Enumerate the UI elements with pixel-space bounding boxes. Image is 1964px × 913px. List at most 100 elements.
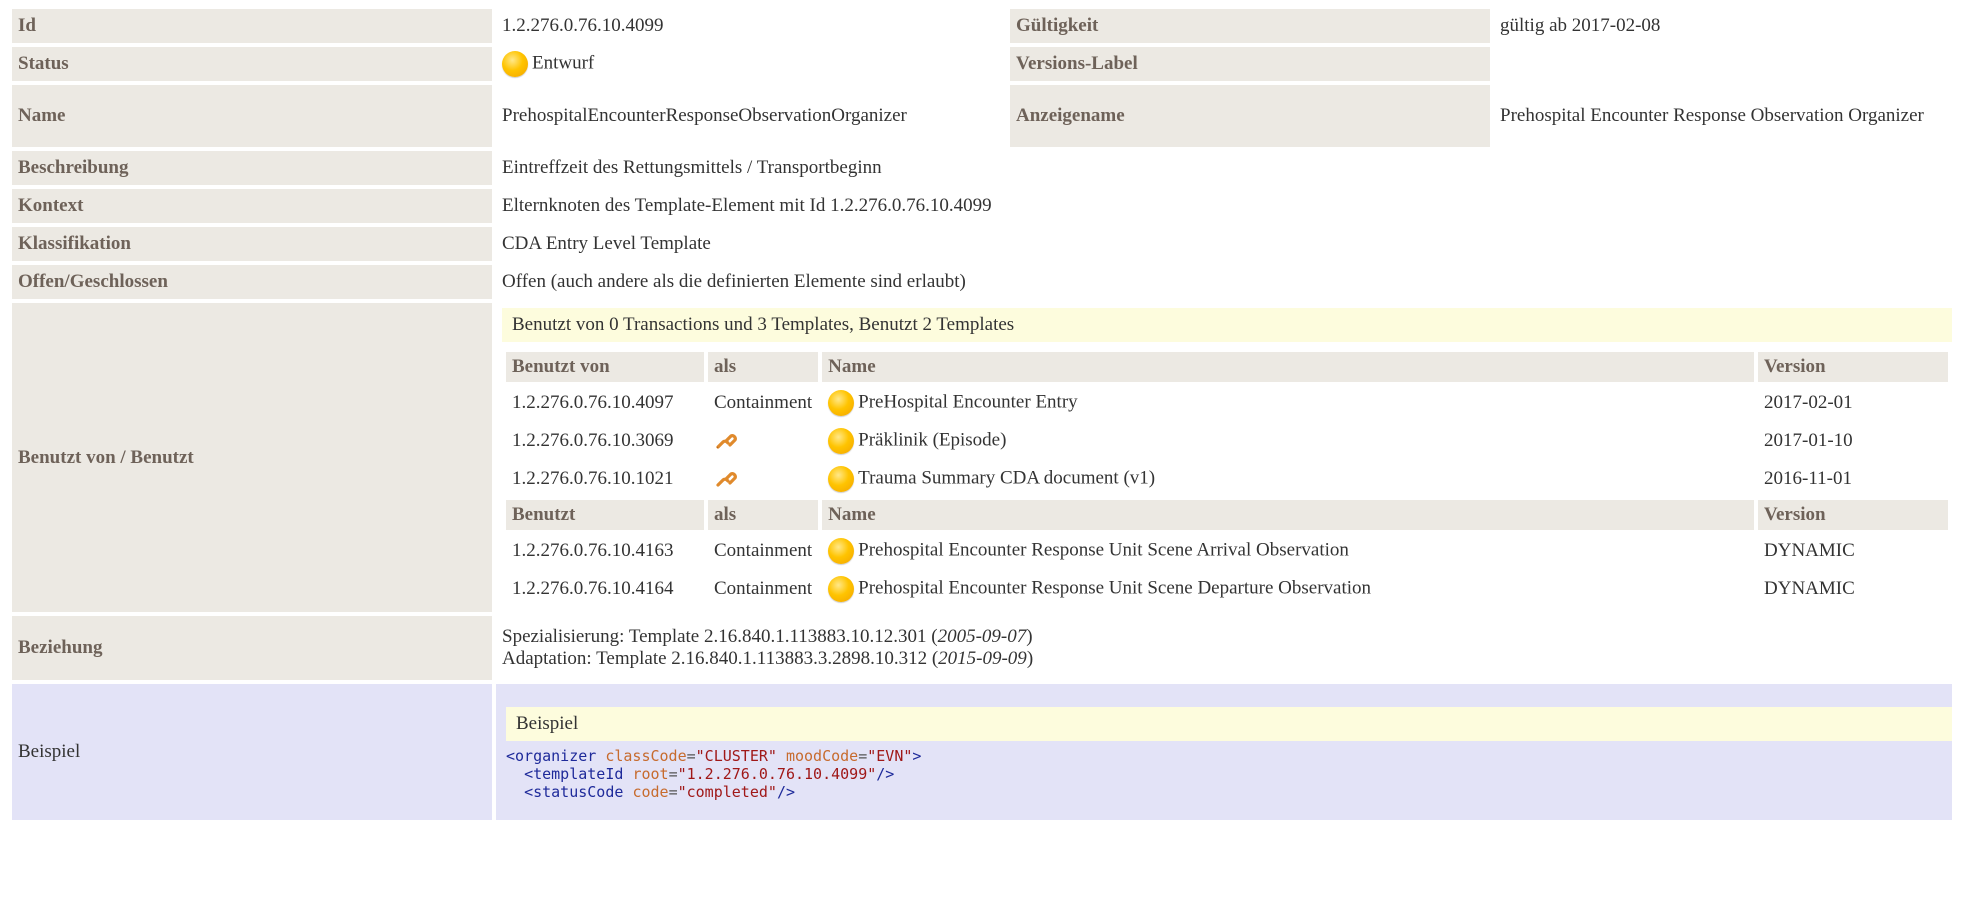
context-value: Elternknoten des Template-Element mit Id… <box>496 189 1952 223</box>
validity-value: gültig ab 2017-02-08 <box>1494 9 1952 43</box>
description-value: Eintreffzeit des Rettungsmittels / Trans… <box>496 151 1952 185</box>
uses-header-version: Version <box>1758 500 1948 530</box>
classification-value: CDA Entry Level Template <box>496 227 1952 261</box>
table-row[interactable]: 1.2.276.0.76.10.4164 Containment Prehosp… <box>506 572 1948 606</box>
used-by-value: Benutzt von 0 Transactions und 3 Templat… <box>496 303 1952 612</box>
code-attr: root <box>632 764 669 783</box>
uses-header-row: Benutzt als Name Version <box>506 500 1948 530</box>
used-by-header-as: als <box>708 352 819 382</box>
adaptation-text[interactable]: Adaptation: Template 2.16.840.1.113883.3… <box>502 648 938 669</box>
name-value: PrehospitalEncounterResponseObservationO… <box>496 85 1006 147</box>
id-label: Id <box>12 9 492 43</box>
uses-header-id: Benutzt <box>506 500 704 530</box>
specialization-text[interactable]: Spezialisierung: Template 2.16.840.1.113… <box>502 626 938 647</box>
uses-header-name: Name <box>822 500 1754 530</box>
status-draft-icon <box>828 576 855 602</box>
code-tag-end: > <box>912 746 922 765</box>
version-label-label: Versions-Label <box>1010 47 1490 81</box>
code-value: "EVN" <box>867 746 913 765</box>
row-example: Beispiel Beispiel <organizer classCode="… <box>12 684 1952 820</box>
used-by-name[interactable]: PreHospital Encounter Entry <box>858 391 1078 412</box>
link-chain-icon <box>716 434 737 449</box>
uses-id[interactable]: 1.2.276.0.76.10.4164 <box>506 572 704 606</box>
relationship-adaptation: Adaptation: Template 2.16.840.1.113883.3… <box>502 648 1946 670</box>
uses-name[interactable]: Prehospital Encounter Response Unit Scen… <box>858 577 1371 598</box>
example-label: Beispiel <box>12 684 492 820</box>
version-label-value <box>1494 47 1952 81</box>
status-draft-icon <box>828 466 855 492</box>
used-by-name-cell[interactable]: PreHospital Encounter Entry <box>822 386 1754 420</box>
used-by-header-id: Benutzt von <box>506 352 704 382</box>
uses-version: DYNAMIC <box>1764 578 1855 599</box>
used-by-header-name: Name <box>822 352 1754 382</box>
table-row[interactable]: 1.2.276.0.76.10.1021 Trauma Summary CDA … <box>506 462 1948 496</box>
validity-label: Gültigkeit <box>1010 9 1490 43</box>
table-row[interactable]: 1.2.276.0.76.10.4097 Containment PreHosp… <box>506 386 1948 420</box>
example-title: Beispiel <box>506 706 1952 741</box>
uses-as: Containment <box>714 578 813 599</box>
used-by-as: Containment <box>714 392 813 413</box>
id-value: 1.2.276.0.76.10.4099 <box>496 9 1006 43</box>
usage-table: Benutzt von als Name Version 1.2.276.0.7… <box>502 348 1952 610</box>
used-by-version: 2017-01-10 <box>1764 430 1853 451</box>
open-closed-value: Offen (auch andere als die definierten E… <box>496 265 1952 299</box>
uses-header-as: als <box>708 500 819 530</box>
open-closed-label: Offen/Geschlossen <box>12 265 492 299</box>
used-by-id[interactable]: 1.2.276.0.76.10.1021 <box>506 462 704 496</box>
specialization-date: 2005-09-07 <box>937 626 1027 647</box>
relationship-specialization: Spezialisierung: Template 2.16.840.1.113… <box>502 626 1946 648</box>
table-row[interactable]: 1.2.276.0.76.10.3069 Präklinik (Episode)… <box>506 424 1948 458</box>
used-by-name[interactable]: Präklinik (Episode) <box>858 429 1006 450</box>
adaptation-date: 2015-09-09 <box>938 648 1027 669</box>
example-value: Beispiel <organizer classCode="CLUSTER" … <box>496 684 1952 820</box>
template-detail-page: Id 1.2.276.0.76.10.4099 Gültigkeit gülti… <box>0 0 1964 913</box>
uses-as: Containment <box>714 540 813 561</box>
relationship-label: Beziehung <box>12 616 492 680</box>
status-draft-icon <box>828 428 855 454</box>
close-paren: ) <box>1026 626 1033 647</box>
code-value: "1.2.276.0.76.10.4099" <box>677 764 877 783</box>
used-by-name-cell[interactable]: Präklinik (Episode) <box>822 424 1754 458</box>
uses-name-cell[interactable]: Prehospital Encounter Response Unit Scen… <box>822 534 1754 568</box>
used-by-name-cell[interactable]: Trauma Summary CDA document (v1) <box>822 462 1754 496</box>
code-tag-end: /> <box>776 782 795 801</box>
status-label: Status <box>12 47 492 81</box>
used-by-version: 2016-11-01 <box>1764 468 1852 489</box>
status-draft-icon <box>828 390 855 416</box>
row-name: Name PrehospitalEncounterResponseObserva… <box>12 85 1952 147</box>
code-attr: moodCode <box>785 746 859 765</box>
uses-id[interactable]: 1.2.276.0.76.10.4163 <box>506 534 704 568</box>
uses-name-cell[interactable]: Prehospital Encounter Response Unit Scen… <box>822 572 1754 606</box>
row-status: Status Entwurf Versions-Label <box>12 47 1952 81</box>
status-value: Entwurf <box>496 47 1006 81</box>
status-draft-icon <box>502 51 528 77</box>
code-value: "completed" <box>677 782 777 801</box>
used-by-id[interactable]: 1.2.276.0.76.10.3069 <box>506 424 704 458</box>
row-context: Kontext Elternknoten des Template-Elemen… <box>12 189 1952 223</box>
table-row[interactable]: 1.2.276.0.76.10.4163 Containment Prehosp… <box>506 534 1948 568</box>
example-code: <organizer classCode="CLUSTER" moodCode=… <box>506 746 922 801</box>
row-id: Id 1.2.276.0.76.10.4099 Gültigkeit gülti… <box>12 9 1952 43</box>
row-classification: Klassifikation CDA Entry Level Template <box>12 227 1952 261</box>
relationship-value: Spezialisierung: Template 2.16.840.1.113… <box>496 616 1952 680</box>
template-detail-table: Id 1.2.276.0.76.10.4099 Gültigkeit gülti… <box>8 5 1956 824</box>
code-tag: <organizer <box>506 746 597 765</box>
description-label: Beschreibung <box>12 151 492 185</box>
close-paren: ) <box>1026 648 1034 669</box>
uses-version: DYNAMIC <box>1764 540 1855 561</box>
used-by-name[interactable]: Trauma Summary CDA document (v1) <box>858 467 1155 488</box>
link-chain-icon <box>716 472 737 487</box>
status-draft-icon <box>828 538 855 564</box>
row-open-closed: Offen/Geschlossen Offen (auch andere als… <box>12 265 1952 299</box>
used-by-label: Benutzt von / Benutzt <box>12 303 492 612</box>
code-tag: <templateId <box>524 764 624 783</box>
context-label: Kontext <box>12 189 492 223</box>
row-used-by: Benutzt von / Benutzt Benutzt von 0 Tran… <box>12 303 1952 612</box>
used-by-version: 2017-02-01 <box>1764 392 1853 413</box>
uses-name[interactable]: Prehospital Encounter Response Unit Scen… <box>858 539 1349 560</box>
display-name-value: Prehospital Encounter Response Observati… <box>1494 85 1952 147</box>
used-by-id[interactable]: 1.2.276.0.76.10.4097 <box>506 386 704 420</box>
code-attr: classCode <box>605 746 687 765</box>
classification-label: Klassifikation <box>12 227 492 261</box>
status-text: Entwurf <box>532 52 595 74</box>
